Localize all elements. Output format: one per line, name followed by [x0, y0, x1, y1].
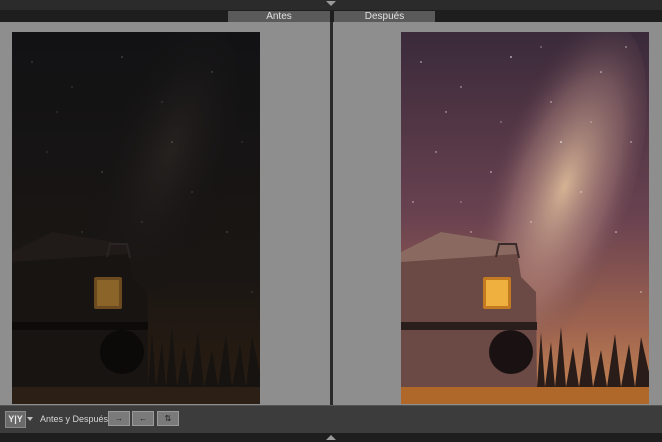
copy-before-to-after-button[interactable]: → [108, 411, 130, 426]
after-photo-image [401, 32, 649, 404]
compare-view-area: Antes Después [0, 10, 662, 405]
top-panel-strip [0, 0, 662, 10]
view-mode-button[interactable]: Y|Y [5, 411, 26, 428]
after-photo[interactable] [401, 32, 649, 404]
after-label: Después [334, 11, 435, 22]
bottom-panel-toggle-icon[interactable] [326, 435, 336, 440]
top-panel-toggle-icon[interactable] [326, 1, 336, 6]
before-label: Antes [228, 11, 330, 22]
view-mode-dropdown-icon[interactable] [27, 417, 33, 421]
after-pane: Después [333, 11, 662, 405]
toolbar: Y|Y Antes y Después: → ← ⇅ [0, 405, 662, 433]
before-photo[interactable] [12, 32, 260, 404]
before-pane: Antes [0, 11, 330, 405]
before-photo-image [12, 32, 260, 404]
bottom-panel-strip [0, 433, 662, 442]
copy-after-to-before-button[interactable]: ← [132, 411, 154, 426]
swap-before-after-button[interactable]: ⇅ [157, 411, 179, 426]
before-after-label: Antes y Después: [40, 414, 111, 424]
